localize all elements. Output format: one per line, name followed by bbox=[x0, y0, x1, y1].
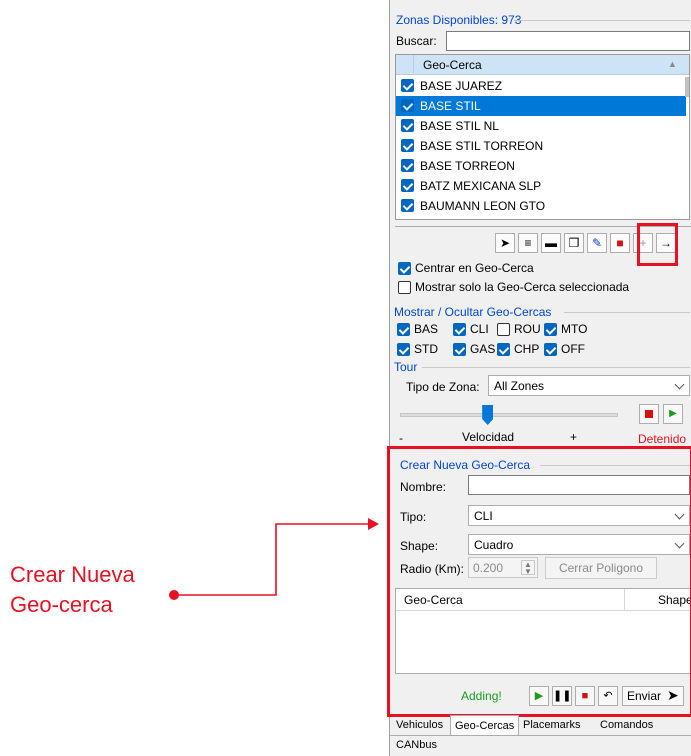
list-item-checkbox[interactable] bbox=[401, 99, 414, 112]
speed-label: Velocidad bbox=[462, 430, 515, 444]
center-checkbox[interactable] bbox=[398, 262, 411, 275]
zonas-title: Zonas Disponibles: 973 bbox=[396, 13, 522, 27]
list-item[interactable]: BASE STIL NL bbox=[396, 116, 686, 136]
list-item-label: BATZ MEXICANA SLP bbox=[420, 179, 542, 193]
show-hide-title: Mostrar / Ocultar Geo-Cercas bbox=[394, 305, 552, 319]
tab-placemarks[interactable]: Placemarks bbox=[519, 715, 584, 735]
list-header[interactable]: Geo-Cerca ▲ bbox=[396, 55, 689, 75]
speed-slider-track[interactable] bbox=[400, 413, 618, 417]
list-item-label: BASE JUAREZ bbox=[420, 79, 503, 93]
delete-button[interactable]: ■ bbox=[610, 233, 630, 253]
tab-vehiculos[interactable]: Vehiculos bbox=[392, 715, 447, 735]
list-item-checkbox[interactable] bbox=[401, 159, 414, 172]
type-checkbox-cli[interactable] bbox=[453, 323, 466, 336]
type-label-mto: MTO bbox=[561, 322, 588, 336]
edit-icon: ✎ bbox=[591, 236, 603, 250]
filter-icon: ≡ bbox=[524, 236, 532, 250]
copy-button[interactable]: ❐ bbox=[564, 233, 584, 253]
list-item[interactable]: BASE TORREON bbox=[396, 156, 686, 176]
type-label-bas: BAS bbox=[414, 322, 439, 336]
list-item[interactable]: BATZ MEXICANA SLP bbox=[396, 176, 686, 196]
play-icon: ▶ bbox=[669, 408, 677, 419]
type-label-gas: GAS bbox=[470, 342, 496, 356]
tab-canbus[interactable]: CANbus bbox=[392, 735, 441, 755]
search-input[interactable] bbox=[446, 31, 690, 51]
car-icon: ▬ bbox=[545, 236, 557, 250]
only-selected-checkbox[interactable] bbox=[398, 281, 411, 294]
list-item[interactable]: BAUMANN LEON GTO bbox=[396, 196, 686, 216]
stop-button[interactable] bbox=[639, 404, 659, 424]
list-item-label: BAUMANN LEON GTO bbox=[420, 199, 546, 213]
list-item[interactable]: BASE STIL bbox=[396, 96, 686, 116]
zone-type-select[interactable]: All Zones bbox=[488, 375, 690, 396]
list-item-checkbox[interactable] bbox=[401, 139, 414, 152]
chevron-down-icon bbox=[674, 379, 685, 390]
sort-up-icon: ▲ bbox=[668, 59, 677, 69]
type-checkbox-gas[interactable] bbox=[453, 343, 466, 356]
list-item-checkbox[interactable] bbox=[401, 119, 414, 132]
zone-type-value: All Zones bbox=[494, 379, 545, 393]
list-item-label: BASE STIL TORREON bbox=[420, 139, 544, 153]
type-checkbox-off[interactable] bbox=[544, 343, 557, 356]
tour-title: Tour bbox=[394, 360, 418, 374]
highlight-create-section bbox=[387, 446, 691, 717]
type-label-off: OFF bbox=[561, 342, 585, 356]
list-header-geocerca: Geo-Cerca bbox=[423, 58, 482, 72]
list-item[interactable]: BASE STIL TORREON bbox=[396, 136, 686, 156]
zone-type-label: Tipo de Zona: bbox=[406, 380, 480, 394]
geofence-panel: Zonas Disponibles: 973 Buscar: Geo-Cerca… bbox=[387, 0, 691, 756]
list-scrollbar-thumb[interactable] bbox=[685, 77, 689, 97]
car-button[interactable]: ▬ bbox=[541, 233, 561, 253]
list-item-label: BASE STIL bbox=[420, 99, 481, 113]
type-label-cli: CLI bbox=[470, 322, 489, 336]
type-checkbox-rou[interactable] bbox=[497, 323, 510, 336]
geofence-list[interactable]: Geo-Cerca ▲ BASE JUAREZ BASE STIL BASE STI… bbox=[395, 54, 690, 220]
tour-status: Detenido bbox=[638, 432, 687, 446]
play-button[interactable]: ▶ bbox=[663, 404, 683, 424]
type-label-std: STD bbox=[414, 342, 438, 356]
search-label: Buscar: bbox=[396, 34, 437, 48]
speed-minus: - bbox=[399, 431, 403, 445]
delete-icon: ■ bbox=[616, 236, 624, 250]
filter-button[interactable]: ≡ bbox=[518, 233, 538, 253]
highlight-add-button bbox=[637, 223, 678, 266]
center-label: Centrar en Geo-Cerca bbox=[415, 261, 534, 275]
type-checkbox-bas[interactable] bbox=[397, 323, 410, 336]
list-item-checkbox[interactable] bbox=[401, 179, 414, 192]
list-item-checkbox[interactable] bbox=[401, 199, 414, 212]
list-item[interactable]: BASE JUAREZ bbox=[396, 76, 686, 96]
speed-slider-thumb[interactable] bbox=[482, 405, 494, 425]
tab-geo-cercas[interactable]: Geo-Cercas bbox=[450, 715, 520, 735]
list-item-label: BASE TORREON bbox=[420, 159, 515, 173]
tab-comandos[interactable]: Comandos bbox=[596, 715, 657, 735]
type-label-chp: CHP bbox=[514, 342, 540, 356]
list-item-checkbox[interactable] bbox=[401, 79, 414, 92]
type-checkbox-mto[interactable] bbox=[544, 323, 557, 336]
edit-button[interactable]: ✎ bbox=[587, 233, 607, 253]
copy-icon: ❐ bbox=[568, 236, 580, 250]
type-label-rou: ROU bbox=[514, 322, 541, 336]
speed-plus: + bbox=[570, 430, 578, 444]
navigate-icon: ➤ bbox=[499, 236, 511, 250]
only-selected-label: Mostrar solo la Geo-Cerca seleccionada bbox=[415, 280, 630, 294]
type-checkbox-chp[interactable] bbox=[497, 343, 510, 356]
stop-icon bbox=[645, 410, 653, 418]
type-checkbox-std[interactable] bbox=[397, 343, 410, 356]
navigate-button[interactable]: ➤ bbox=[495, 233, 515, 253]
list-item-label: BASE STIL NL bbox=[420, 119, 499, 133]
